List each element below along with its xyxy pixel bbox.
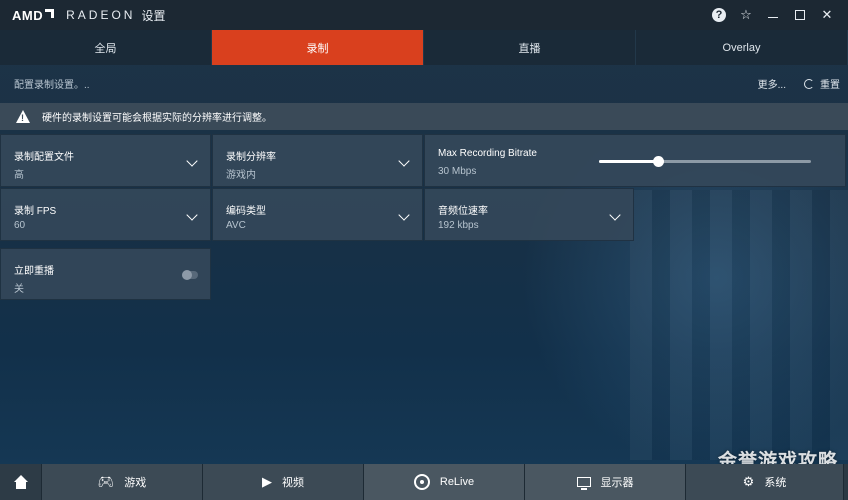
more-button[interactable]: 更多... (758, 76, 786, 91)
nav-relive-label: ReLive (439, 476, 475, 488)
recording-profile-label: 录制配置文件 (14, 152, 74, 163)
recording-profile-value: 高 (14, 170, 24, 181)
bitrate-slider-fill (599, 160, 659, 163)
encoder-type-dropdown[interactable]: 编码类型 AVC (212, 188, 423, 241)
chevron-down-icon (186, 155, 198, 167)
monitor-icon (576, 477, 591, 490)
play-icon: ▶ (262, 474, 272, 489)
close-icon: ✕ (821, 7, 833, 22)
encoder-type-label: 编码类型 (226, 206, 266, 217)
window-title: 设置 (141, 8, 166, 23)
product-name: RADEON (66, 8, 136, 22)
system-icon: ⚙ (742, 474, 755, 489)
nav-system-label: 系统 (764, 477, 787, 489)
star-icon: ☆ (740, 7, 752, 22)
help-button[interactable]: ? (706, 0, 732, 30)
encoder-type-value: AVC (226, 220, 246, 231)
minimize-button[interactable] (760, 0, 786, 30)
help-icon: ? (712, 8, 726, 22)
audio-bitrate-dropdown[interactable]: 音频位速率 192 kbps (424, 188, 634, 241)
amd-logo: AMD (12, 7, 44, 23)
nav-gaming-label: 游戏 (124, 477, 147, 489)
recording-profile-dropdown[interactable]: 录制配置文件 高 (0, 134, 211, 187)
toggle-knob (182, 270, 192, 280)
warning-icon: ! (16, 110, 30, 123)
reset-button[interactable]: 重置 (820, 76, 840, 91)
instant-replay-setting[interactable]: 立即重播 关 (0, 248, 211, 300)
warning-text: 硬件的录制设置可能会根据实际的分辨率进行调整。 (42, 113, 272, 124)
max-bitrate-setting: Max Recording Bitrate 30 Mbps (424, 134, 846, 187)
close-button[interactable]: ✕ (814, 0, 840, 30)
max-bitrate-value: 30 Mbps (438, 166, 477, 177)
recording-resolution-label: 录制分辨率 (226, 152, 276, 163)
tab-global[interactable]: 全局 (0, 30, 212, 65)
tab-bar: 全局 录制 直播 Overlay (0, 30, 848, 65)
bottom-navigation: 🎮︎ 游戏 ▶ 视频 ReLive 显示器 ⚙ 系统 (0, 464, 848, 500)
maximize-icon (795, 10, 805, 20)
nav-display-label: 显示器 (600, 477, 634, 489)
sub-header: 配置录制设置。.. 更多... 重置 (0, 65, 848, 102)
nav-display[interactable]: 显示器 (525, 464, 686, 500)
title-bar: AMD RADEON 设置 ? ☆ ✕ (0, 0, 848, 30)
tab-recording[interactable]: 录制 (212, 30, 424, 65)
nav-system[interactable]: ⚙ 系统 (686, 464, 844, 500)
recording-fps-value: 60 (14, 220, 26, 231)
window-controls: ? ☆ ✕ (705, 0, 840, 30)
chevron-down-icon (186, 209, 198, 221)
tab-streaming[interactable]: 直播 (424, 30, 636, 65)
max-bitrate-label: Max Recording Bitrate (438, 148, 537, 159)
audio-bitrate-label: 音频位速率 (438, 206, 488, 217)
chevron-down-icon (609, 209, 621, 221)
warning-banner: ! 硬件的录制设置可能会根据实际的分辨率进行调整。 (0, 103, 848, 130)
nav-video[interactable]: ▶ 视频 (203, 464, 364, 500)
instant-replay-value: 关 (14, 284, 24, 295)
home-button[interactable] (0, 464, 42, 500)
tab-overlay[interactable]: Overlay (636, 30, 848, 65)
nav-relive[interactable]: ReLive (364, 464, 525, 500)
reset-icon[interactable] (804, 78, 814, 89)
minimize-icon (768, 16, 778, 18)
relive-icon (413, 474, 430, 490)
recording-fps-dropdown[interactable]: 录制 FPS 60 (0, 188, 211, 241)
nav-video-label: 视频 (282, 477, 304, 489)
bitrate-slider-thumb[interactable] (653, 156, 665, 167)
recording-fps-label: 录制 FPS (14, 206, 57, 217)
gamepad-icon: 🎮︎ (97, 474, 115, 489)
maximize-button[interactable] (787, 0, 813, 30)
home-icon (13, 475, 28, 489)
nav-gaming[interactable]: 🎮︎ 游戏 (42, 464, 203, 500)
bitrate-slider[interactable] (599, 156, 811, 167)
amd-arrow-icon (45, 9, 55, 18)
audio-bitrate-value: 192 kbps (438, 220, 479, 231)
instant-replay-label: 立即重播 (14, 266, 54, 277)
chevron-down-icon (398, 155, 410, 167)
brand: AMD RADEON 设置 (12, 7, 165, 24)
chevron-down-icon (398, 209, 410, 221)
section-description: 配置录制设置。.. (14, 80, 90, 91)
instant-replay-toggle[interactable] (182, 270, 198, 280)
recording-resolution-dropdown[interactable]: 录制分辨率 游戏内 (212, 134, 423, 187)
favorite-button[interactable]: ☆ (733, 0, 759, 30)
recording-resolution-value: 游戏内 (226, 170, 256, 181)
background-window-stripes (630, 190, 848, 460)
sub-actions: 更多... 重置 (758, 65, 840, 102)
